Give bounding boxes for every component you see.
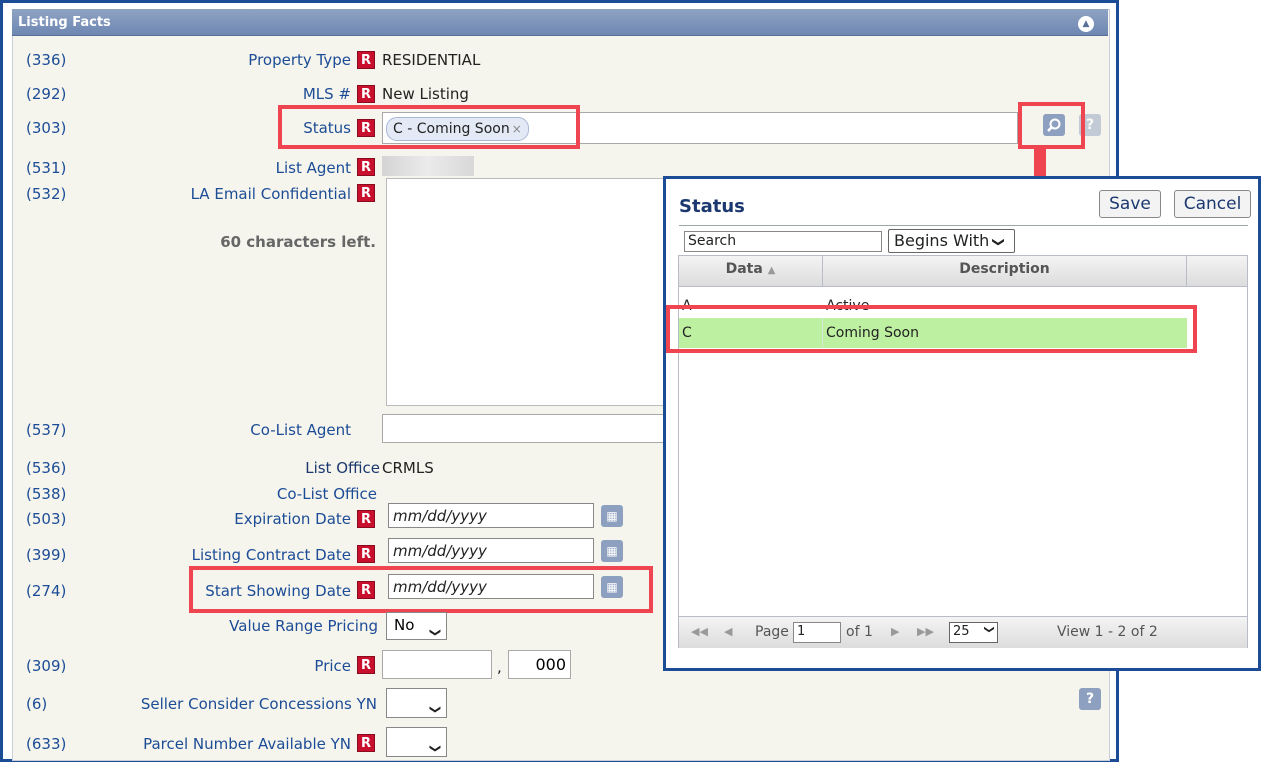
chevron-down-icon: ❯ (428, 743, 442, 754)
field-label-expiration-date: Expiration Date (234, 510, 351, 528)
field-number: (532) (26, 185, 67, 203)
chevron-down-icon: ❯ (983, 625, 995, 634)
column-header-data[interactable]: Data ▲ (679, 256, 823, 286)
dialog-divider (679, 225, 1248, 226)
required-badge: R (357, 545, 375, 563)
save-button[interactable]: Save (1099, 190, 1161, 218)
field-number: (633) (26, 735, 67, 753)
parcel-number-select[interactable]: ❯ (386, 727, 447, 757)
required-badge: R (357, 158, 375, 176)
annotation-box-status (278, 105, 580, 149)
listing-contract-date-input[interactable]: mm/dd/yyyy (388, 538, 594, 563)
prev-page-icon[interactable]: ◀ (724, 625, 732, 638)
field-number: (537) (26, 421, 67, 439)
sort-asc-icon: ▲ (767, 265, 776, 276)
characters-left-hint: 60 characters left. (220, 233, 376, 251)
list-office-value: CRMLS (382, 459, 434, 477)
cancel-button[interactable]: Cancel (1174, 190, 1251, 218)
dialog-title: Status (679, 196, 745, 217)
field-number: (309) (26, 657, 67, 675)
match-mode-select[interactable]: Begins With ❯ (888, 229, 1015, 253)
field-number: (538) (26, 485, 67, 503)
field-number: (336) (26, 51, 67, 69)
property-type-value: RESIDENTIAL (382, 51, 481, 69)
annotation-box-coming-soon (666, 305, 1197, 353)
required-badge: R (357, 85, 375, 103)
price-separator: , (497, 658, 502, 676)
panel-header (12, 9, 1108, 36)
field-label-parcel-number: Parcel Number Available YN (143, 735, 351, 753)
field-number: (536) (26, 459, 67, 477)
field-label-list-office: List Office (305, 459, 380, 477)
field-label-listing-contract-date: Listing Contract Date (191, 546, 351, 564)
page-number-input[interactable]: 1 (793, 622, 841, 643)
field-label-la-email: LA Email Confidential (190, 185, 351, 203)
field-number: (399) (26, 546, 67, 564)
collapse-up-icon[interactable]: ▲ (1078, 16, 1094, 32)
field-label-list-agent: List Agent (275, 159, 351, 177)
field-label-co-list-agent: Co-List Agent (250, 421, 351, 439)
required-badge: R (357, 510, 375, 528)
field-number: (292) (26, 85, 67, 103)
field-label-property-type: Property Type (248, 51, 351, 69)
search-input[interactable]: Search (684, 231, 882, 252)
column-header-data-label: Data (725, 261, 763, 277)
page-label: Page (755, 624, 789, 640)
view-range-text: View 1 - 2 of 2 (1057, 624, 1158, 640)
calendar-icon[interactable]: ▦ (601, 505, 623, 527)
field-number: (503) (26, 510, 67, 528)
field-label-price: Price (314, 657, 351, 675)
rows-per-page-select[interactable]: 25 ❯ (949, 622, 998, 643)
price-thousands-input[interactable]: 000 (508, 650, 571, 679)
annotation-box-search (1018, 102, 1085, 149)
field-label-mls-number: MLS # (302, 85, 351, 103)
required-badge: R (357, 184, 375, 202)
status-lookup-dialog: Status Save Cancel Search Begins With ❯ … (663, 176, 1261, 671)
chevron-down-icon: ❯ (992, 236, 1007, 248)
calendar-icon[interactable]: ▦ (601, 540, 623, 562)
field-label-seller-concessions: Seller Consider Concessions YN (140, 695, 377, 713)
column-header-description[interactable]: Description (823, 256, 1187, 286)
next-page-icon[interactable]: ▶ (891, 625, 899, 638)
required-badge: R (357, 734, 375, 752)
annotation-box-start-showing (189, 566, 653, 613)
match-mode-value: Begins With (894, 231, 990, 250)
help-icon[interactable]: ? (1079, 688, 1101, 710)
panel-title: Listing Facts (18, 15, 111, 30)
field-number: (531) (26, 159, 67, 177)
field-number: (6) (26, 695, 48, 713)
required-badge: R (357, 656, 375, 674)
value-range-pricing-select[interactable]: No ❯ (386, 612, 447, 640)
list-agent-value-redacted (382, 156, 474, 176)
page-total: of 1 (846, 624, 873, 640)
rows-per-page-value: 25 (953, 624, 970, 639)
first-page-icon[interactable]: ◀◀ (691, 625, 708, 638)
grid-pager: ◀◀ ◀ Page 1 of 1 ▶ ▶▶ 25 ❯ View 1 - 2 of … (679, 616, 1247, 648)
field-number: (274) (26, 582, 67, 600)
la-email-textarea[interactable] (386, 178, 676, 406)
price-input[interactable] (382, 650, 492, 679)
chevron-down-icon: ❯ (428, 704, 442, 715)
chevron-down-icon: ❯ (428, 627, 442, 638)
field-label-co-list-office: Co-List Office (276, 485, 377, 503)
field-label-value-range-pricing: Value Range Pricing (229, 617, 378, 635)
field-number: (303) (26, 119, 67, 137)
value-range-pricing-value: No (394, 616, 415, 634)
mls-number-value: New Listing (382, 85, 469, 103)
co-list-agent-input[interactable] (382, 414, 672, 443)
seller-concessions-select[interactable]: ❯ (386, 688, 447, 718)
required-badge: R (357, 51, 375, 69)
expiration-date-input[interactable]: mm/dd/yyyy (388, 503, 594, 528)
last-page-icon[interactable]: ▶▶ (917, 625, 934, 638)
grid-header: Data ▲ Description (679, 256, 1247, 287)
